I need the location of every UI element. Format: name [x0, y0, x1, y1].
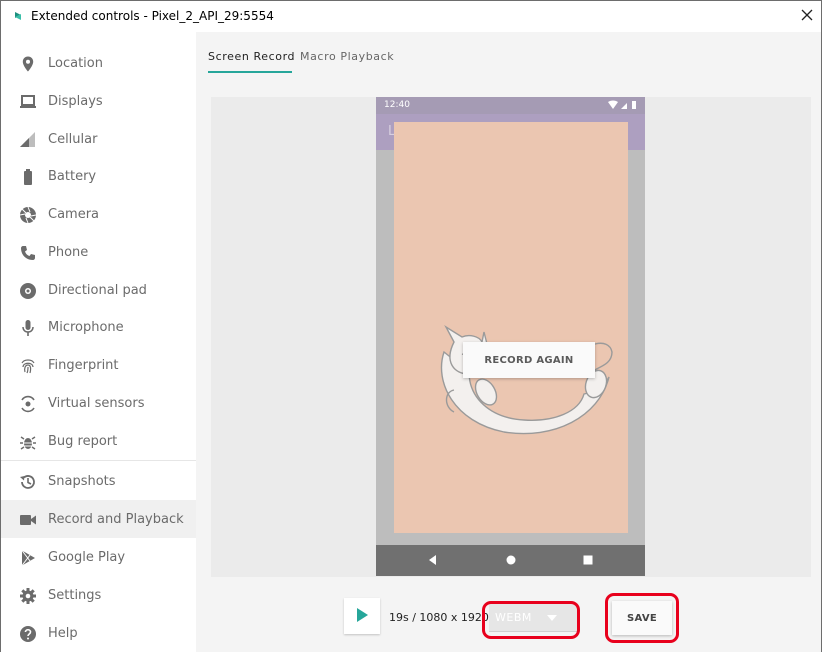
phone-status-bar: 12:40: [376, 97, 645, 114]
chevron-down-icon: [547, 615, 557, 621]
microphone-icon: [22, 320, 34, 336]
close-icon[interactable]: [798, 6, 816, 24]
sidebar-item-label: Bug report: [48, 434, 118, 449]
content-panel: Screen Record Macro Playback 12:40 L REC…: [196, 32, 821, 652]
nav-recents-icon[interactable]: [582, 554, 594, 566]
sidebar-item-virtual-sensors[interactable]: Virtual sensors: [1, 384, 196, 422]
sidebar-item-label: Virtual sensors: [48, 396, 145, 411]
bug-icon: [20, 436, 36, 450]
fingerprint-icon: [21, 359, 35, 374]
sidebar-item-label: Record and Playback: [48, 512, 184, 527]
sidebar-item-label: Snapshots: [48, 474, 116, 489]
nav-back-icon[interactable]: [427, 554, 439, 566]
cellular-signal-icon: [20, 132, 35, 147]
google-play-icon: [21, 550, 35, 566]
help-icon: [20, 626, 36, 642]
sidebar-item-displays[interactable]: Displays: [1, 82, 196, 120]
history-icon: [20, 475, 35, 489]
title-bar: Extended controls - Pixel_2_API_29:5554: [1, 1, 821, 32]
play-recording-button[interactable]: [344, 598, 380, 634]
sidebar-item-label: Cellular: [48, 132, 98, 147]
sidebar-item-battery[interactable]: Battery: [1, 157, 196, 195]
active-tab-indicator: [208, 71, 292, 73]
sidebar-item-label: Google Play: [48, 550, 126, 565]
sidebar-item-help[interactable]: Help: [1, 614, 196, 652]
virtual-sensors-icon: [21, 395, 35, 413]
sidebar-item-directional-pad[interactable]: Directional pad: [1, 271, 196, 309]
gear-icon: [20, 588, 36, 604]
sidebar-item-label: Fingerprint: [48, 358, 119, 373]
phone-nav-bar: [376, 545, 645, 576]
sidebar-item-label: Camera: [48, 207, 100, 222]
sidebar-item-cellular[interactable]: Cellular: [1, 120, 196, 158]
display-icon: [20, 95, 36, 108]
extended-controls-window: Extended controls - Pixel_2_API_29:5554 …: [0, 0, 822, 652]
sidebar-item-google-play[interactable]: Google Play: [1, 538, 196, 576]
sidebar-item-label: Settings: [48, 588, 102, 603]
videocam-icon: [20, 515, 36, 525]
sidebar-item-label: Microphone: [48, 320, 124, 335]
status-icons: [608, 100, 636, 109]
sidebar: Location Displays Cellular Battery Camer…: [1, 32, 196, 652]
sidebar-item-label: Battery: [48, 169, 97, 184]
camera-aperture-icon: [19, 206, 37, 224]
recording-preview: 12:40 L RECORD AGAIN: [211, 97, 811, 577]
nav-home-icon[interactable]: [505, 554, 517, 566]
dpad-icon: [20, 283, 36, 299]
sidebar-item-snapshots[interactable]: Snapshots: [1, 462, 196, 500]
tab-screen-record[interactable]: Screen Record: [208, 50, 295, 63]
sidebar-item-fingerprint[interactable]: Fingerprint: [1, 346, 196, 384]
phone-icon: [21, 246, 35, 260]
sidebar-item-label: Location: [48, 56, 103, 71]
save-button[interactable]: SAVE: [612, 601, 672, 635]
sidebar-item-camera[interactable]: Camera: [1, 195, 196, 233]
emulator-app-icon: [15, 12, 21, 20]
format-dropdown[interactable]: WEBM: [489, 604, 577, 632]
recording-info: 19s / 1080 x 1920: [389, 611, 489, 624]
sidebar-item-label: Directional pad: [48, 283, 147, 298]
sidebar-item-label: Displays: [48, 94, 103, 109]
sidebar-item-label: Phone: [48, 245, 89, 260]
play-icon: [357, 608, 368, 622]
sidebar-item-microphone[interactable]: Microphone: [1, 308, 196, 346]
sidebar-item-bug-report[interactable]: Bug report: [1, 422, 196, 460]
sidebar-item-label: Help: [48, 626, 78, 641]
format-selected-value: WEBM: [495, 611, 532, 624]
battery-icon: [24, 169, 32, 185]
sidebar-divider: [1, 460, 196, 461]
sleeping-cat-illustration: [440, 325, 613, 435]
phone-screen-preview: 12:40 L RECORD AGAIN: [376, 97, 645, 576]
record-again-button[interactable]: RECORD AGAIN: [463, 342, 595, 378]
sidebar-item-record-and-playback[interactable]: Record and Playback: [1, 500, 196, 538]
sidebar-item-phone[interactable]: Phone: [1, 233, 196, 271]
recording-complete-overlay: RECORD AGAIN: [394, 122, 628, 533]
location-pin-icon: [22, 56, 34, 72]
phone-clock: 12:40: [384, 100, 410, 110]
window-title: Extended controls - Pixel_2_API_29:5554: [31, 9, 274, 23]
sidebar-item-settings[interactable]: Settings: [1, 576, 196, 614]
sidebar-item-location[interactable]: Location: [1, 44, 196, 82]
tab-macro-playback[interactable]: Macro Playback: [300, 50, 394, 63]
